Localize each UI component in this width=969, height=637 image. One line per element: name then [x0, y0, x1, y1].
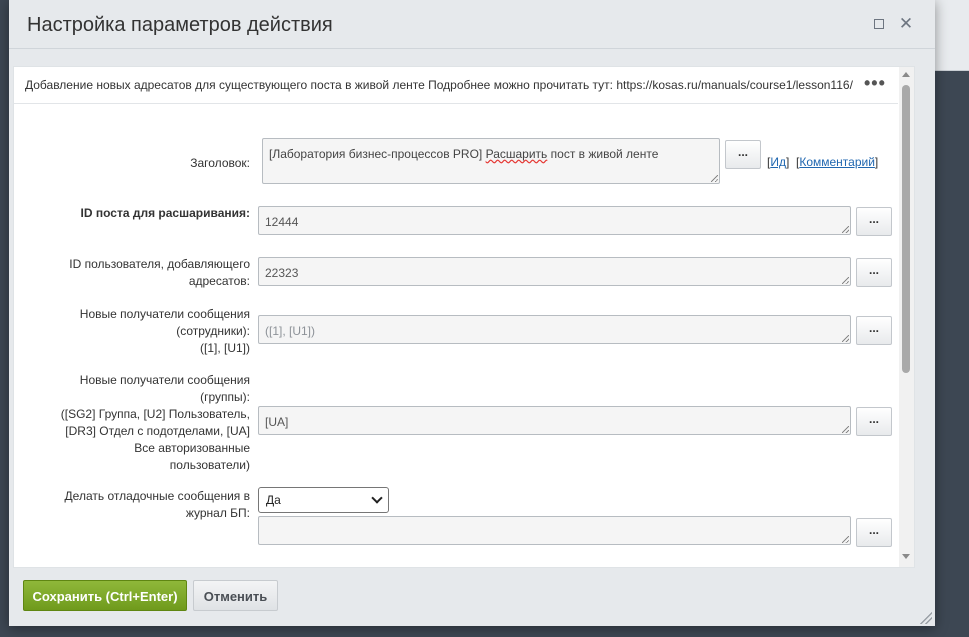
recipients-employees-input[interactable]: ([1], [U1])	[258, 315, 851, 344]
post-id-input[interactable]: 12444	[258, 206, 851, 235]
user-id-label-line1: ID пользователя, добавляющего	[69, 257, 250, 271]
link-separator: ] [	[785, 155, 800, 169]
recipients-groups-label-line4: [DR3] Отдел с подотделами, [UA]	[65, 424, 250, 438]
resize-handle-icon[interactable]	[842, 277, 849, 284]
recipients-groups-input[interactable]: [UA]	[258, 406, 851, 435]
resize-handle-icon[interactable]	[842, 335, 849, 342]
recipients-groups-label-line1: Новые получатели сообщения	[79, 373, 250, 387]
dialog-title: Настройка параметров действия	[27, 14, 333, 36]
debug-select[interactable]: Да	[258, 487, 389, 513]
debug-label-line1: Делать отладочные сообщения в	[64, 489, 250, 503]
cancel-button[interactable]: Отменить	[193, 580, 278, 611]
recipients-groups-label-line5: Все авторизованные	[134, 441, 250, 455]
debug-label-line2: журнал БП:	[185, 506, 250, 520]
scroll-up-arrow-icon[interactable]	[902, 72, 910, 77]
link-bracket-close: ]	[874, 155, 879, 169]
recipients-employees-label-line1: Новые получатели сообщения	[79, 307, 250, 321]
id-link[interactable]: Ид	[770, 155, 786, 169]
post-id-insert-button[interactable]: ...	[856, 207, 892, 236]
resize-handle-icon[interactable]	[842, 426, 849, 433]
debug-selected-value: Да	[266, 493, 281, 507]
settings-panel: Добавление новых адресатов для существую…	[13, 66, 915, 568]
recipients-employees-label: Новые получатели сообщения (сотрудники):…	[34, 306, 250, 357]
user-id-value: 22323	[265, 266, 299, 280]
user-id-insert-button[interactable]: ...	[856, 258, 892, 287]
title-label: Заголовок:	[190, 156, 250, 170]
title-links: [Ид] [Комментарий]	[767, 155, 878, 169]
title-value-part1: [Лаборатория бизнес-процессов PRO]	[269, 147, 486, 161]
recipients-employees-placeholder: ([1], [U1])	[265, 324, 316, 338]
more-menu-icon[interactable]: •••	[864, 73, 886, 94]
resize-handle-icon[interactable]	[842, 536, 849, 543]
chevron-down-icon	[371, 492, 383, 504]
dialog-resize-grip-icon[interactable]	[920, 612, 932, 624]
comment-link[interactable]: Комментарий	[799, 155, 875, 169]
resize-handle-icon[interactable]	[842, 226, 849, 233]
recipients-groups-insert-button[interactable]: ...	[856, 407, 892, 436]
recipients-groups-label: Новые получатели сообщения (группы): ([S…	[28, 372, 250, 474]
background-page	[934, 0, 969, 71]
dialog-header: Настройка параметров действия ✕	[9, 0, 935, 49]
debug-label: Делать отладочные сообщения в журнал БП:	[34, 488, 250, 522]
save-button[interactable]: Сохранить (Ctrl+Enter)	[23, 580, 187, 611]
maximize-icon[interactable]	[869, 14, 889, 34]
recipients-groups-value: [UA]	[265, 415, 289, 429]
title-input[interactable]: [Лаборатория бизнес-процессов PRO] Расша…	[262, 138, 720, 184]
resize-handle-icon[interactable]	[711, 175, 718, 182]
scroll-down-arrow-icon[interactable]	[902, 554, 910, 559]
description-bar: Добавление новых адресатов для существую…	[14, 67, 898, 104]
title-value-part2: пост в живой ленте	[547, 147, 659, 161]
recipients-employees-label-line2: (сотрудники):	[176, 324, 250, 338]
user-id-label: ID пользователя, добавляющего адресатов:	[34, 256, 250, 290]
activity-description: Добавление новых адресатов для существую…	[25, 78, 853, 92]
debug-insert-button[interactable]: ...	[856, 518, 892, 547]
user-id-label-line2: адресатов:	[188, 274, 250, 288]
post-id-label: ID поста для расшаривания:	[80, 206, 250, 220]
vertical-scrollbar[interactable]	[899, 67, 914, 567]
recipients-employees-insert-button[interactable]: ...	[856, 316, 892, 345]
close-icon[interactable]: ✕	[896, 14, 916, 34]
post-id-value: 12444	[265, 215, 299, 229]
user-id-input[interactable]: 22323	[258, 257, 851, 286]
recipients-groups-label-line6: пользователи)	[169, 458, 250, 472]
title-value-misspelled: Расшарить	[485, 147, 548, 161]
recipients-groups-label-line2: (группы):	[200, 390, 250, 404]
recipients-employees-label-line3: ([1], [U1])	[199, 341, 250, 355]
recipients-groups-label-line3: ([SG2] Группа, [U2] Пользователь,	[60, 407, 250, 421]
scroll-thumb[interactable]	[902, 85, 910, 373]
debug-expression-input[interactable]	[258, 516, 851, 545]
title-insert-button[interactable]: ...	[725, 140, 761, 169]
